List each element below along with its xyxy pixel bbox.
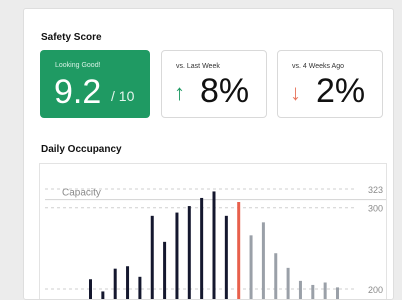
occupancy-bar [336, 287, 339, 299]
score-caption: Looking Good! [55, 62, 101, 69]
score-value: 9.2 [54, 73, 102, 111]
occupancy-bar [212, 191, 216, 299]
vs-4-weeks-value: 2% [316, 72, 366, 110]
vs-4-weeks-caption: vs. 4 Weeks Ago [292, 63, 345, 70]
occupancy-bar [237, 202, 241, 299]
occupancy-bar [175, 212, 179, 299]
occupancy-bar [150, 215, 154, 299]
vs-last-week-caption: vs. Last Week [176, 63, 220, 70]
occupancy-bar [224, 215, 228, 299]
occupancy-bar [249, 235, 253, 299]
y-tick-label: 323 [368, 185, 383, 195]
safety-score-tile: Looking Good! 9.2 / 10 [40, 50, 150, 118]
capacity-label: Capacity [62, 188, 101, 199]
occupancy-bar [261, 222, 265, 299]
daily-occupancy-title: Daily Occupancy [41, 144, 122, 155]
y-tick-label: 300 [368, 204, 383, 214]
occupancy-bar [187, 206, 191, 299]
occupancy-bar [89, 279, 92, 299]
occupancy-bar [163, 241, 167, 299]
occupancy-bar [200, 197, 204, 299]
occupancy-bar [274, 253, 278, 299]
score-max: / 10 [111, 88, 135, 104]
occupancy-bar [126, 266, 130, 299]
arrow-up-icon: ↑ [174, 80, 185, 105]
occupancy-bar [138, 276, 142, 299]
occupancy-bar [286, 267, 290, 299]
vs-4-weeks-tile: vs. 4 Weeks Ago ↓ 2% [277, 50, 383, 118]
vs-last-week-tile: vs. Last Week ↑ 8% [161, 50, 267, 118]
occupancy-bar [113, 268, 117, 299]
occupancy-bar [298, 280, 302, 299]
safety-card: Safety Score Looking Good! 9.2 / 10 vs. … [23, 8, 394, 300]
occupancy-bar [323, 282, 327, 299]
arrow-down-icon: ↓ [290, 80, 301, 105]
y-tick-label: 200 [368, 285, 383, 295]
occupancy-bar [311, 284, 315, 299]
daily-occupancy-chart: 323 300 200 Capacity [39, 163, 387, 299]
safety-score-title: Safety Score [41, 32, 102, 43]
occupancy-bar [101, 291, 105, 299]
vs-last-week-value: 8% [200, 72, 250, 110]
